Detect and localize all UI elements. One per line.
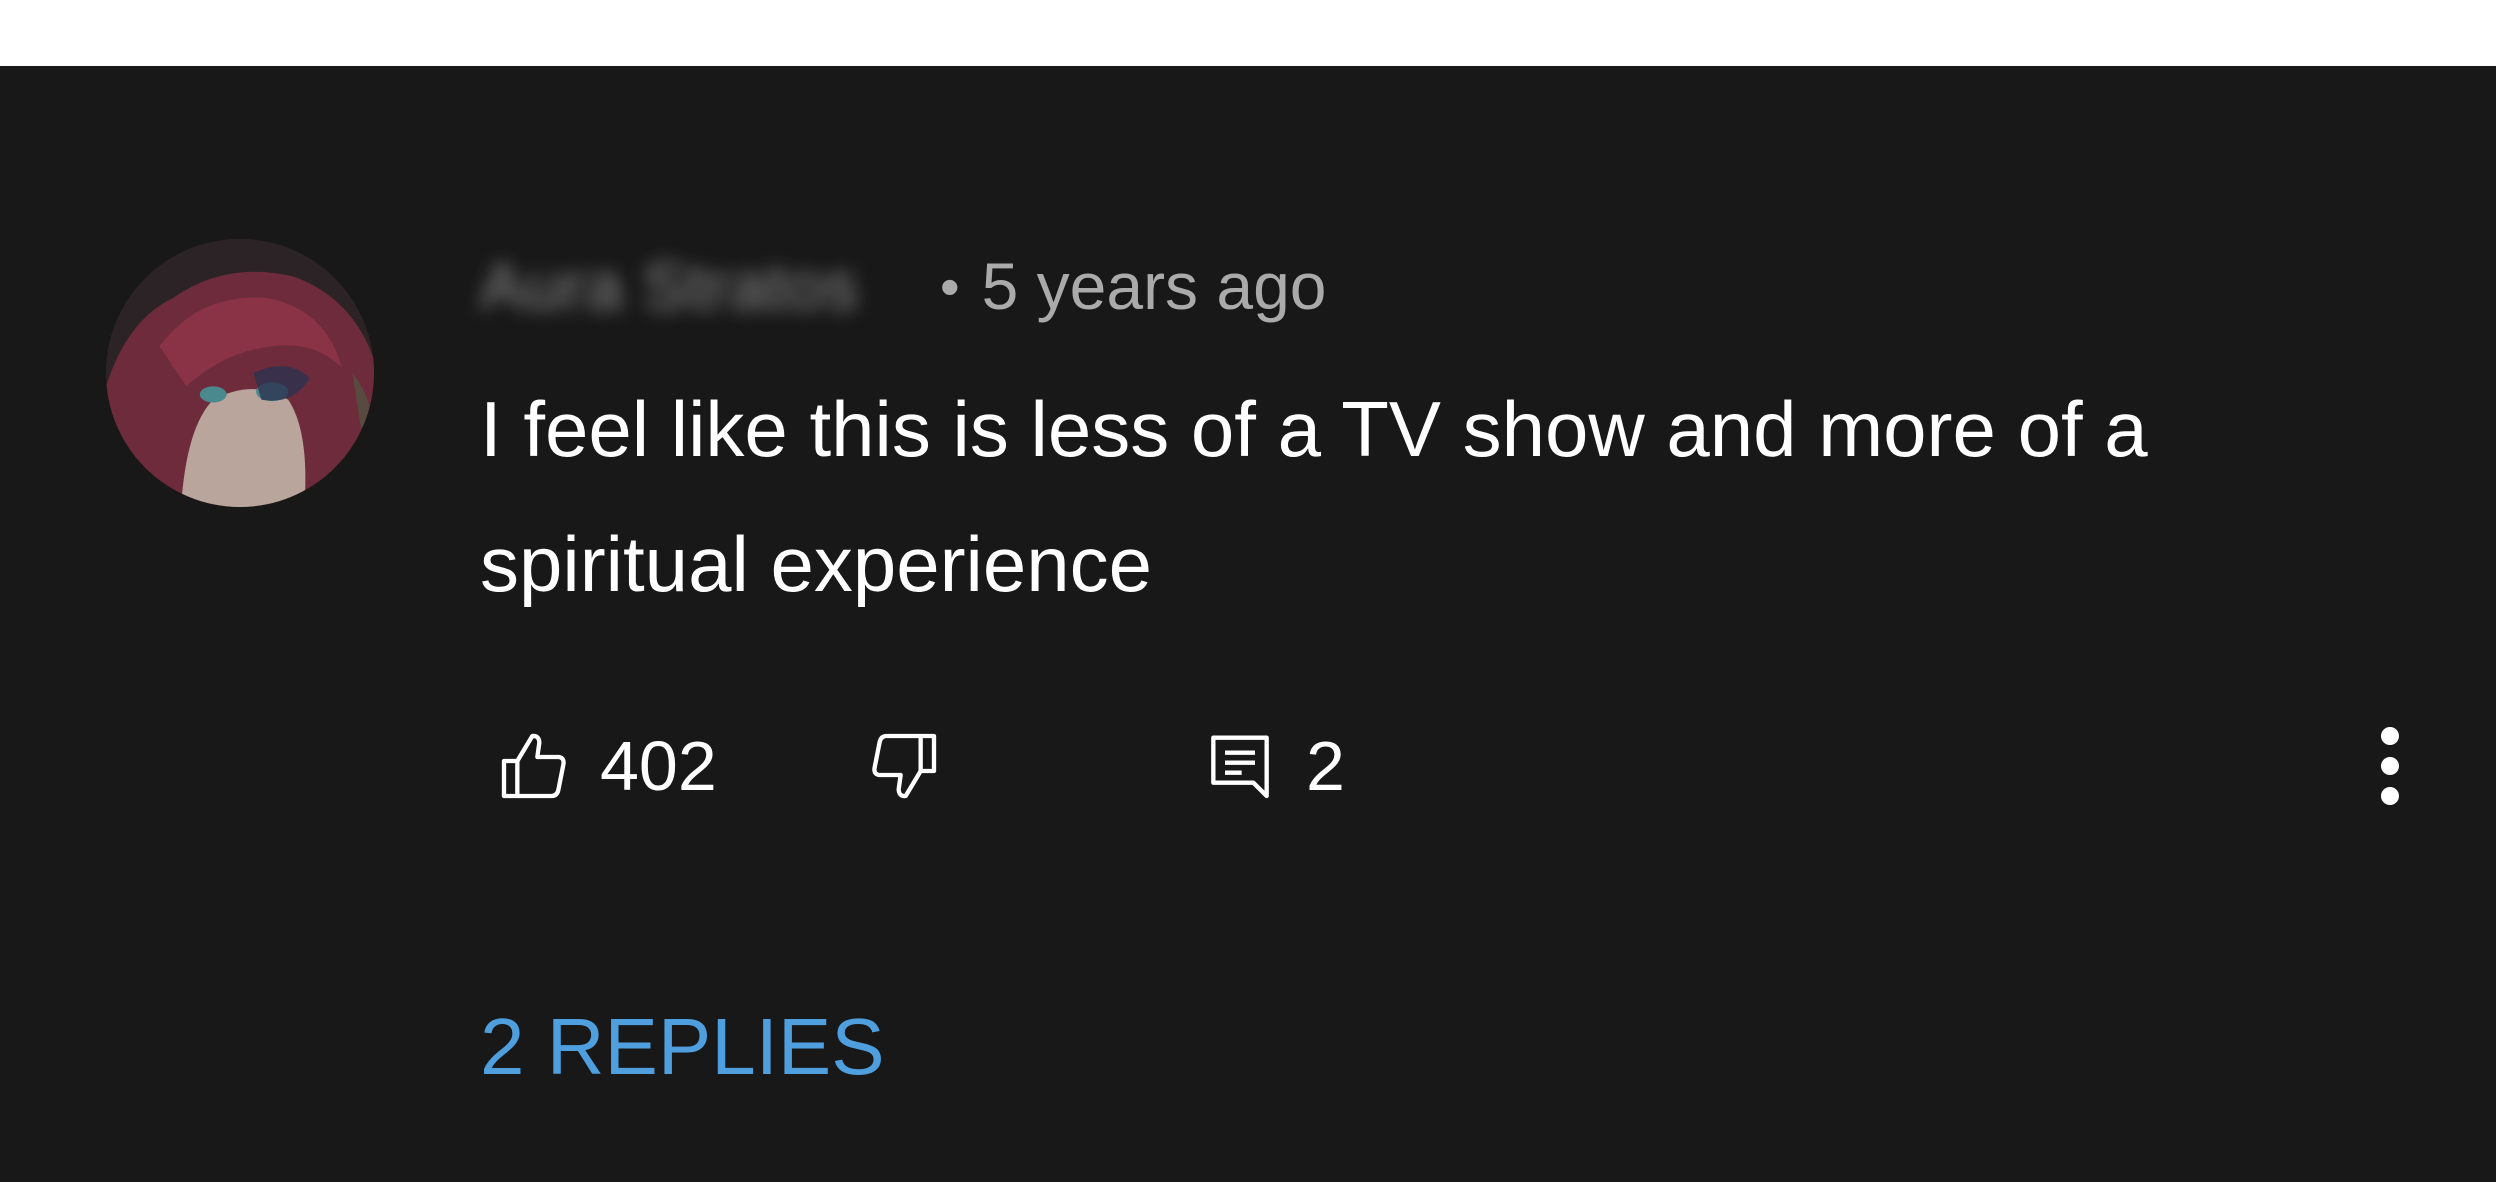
timestamp: 5 years ago <box>981 249 1327 323</box>
comment-card: Aura Stratos • 5 years ago I feel like t… <box>0 66 2496 1182</box>
thumbs-up-icon <box>501 733 566 799</box>
reply-count: 2 <box>1306 727 1345 805</box>
meta-separator: • <box>940 254 960 318</box>
comment-text: I feel like this is less of a TV show an… <box>480 385 2148 608</box>
more-vertical-icon <box>2381 727 2399 805</box>
comment-actions: 402 2 <box>480 716 2400 816</box>
comment-icon <box>1211 735 1269 799</box>
comment-meta: Aura Stratos • 5 years ago <box>480 246 1327 326</box>
avatar[interactable] <box>106 239 374 507</box>
author-name[interactable]: Aura Stratos <box>480 248 930 324</box>
like-button[interactable]: 402 <box>494 716 717 816</box>
avatar-image <box>106 239 374 507</box>
like-count: 402 <box>600 727 717 805</box>
view-replies-link[interactable]: 2 REPLIES <box>480 1001 885 1093</box>
dislike-button[interactable] <box>864 716 944 816</box>
more-options-button[interactable] <box>2360 716 2420 816</box>
thumbs-down-icon <box>872 733 937 799</box>
reply-button[interactable]: 2 <box>1200 716 1345 816</box>
